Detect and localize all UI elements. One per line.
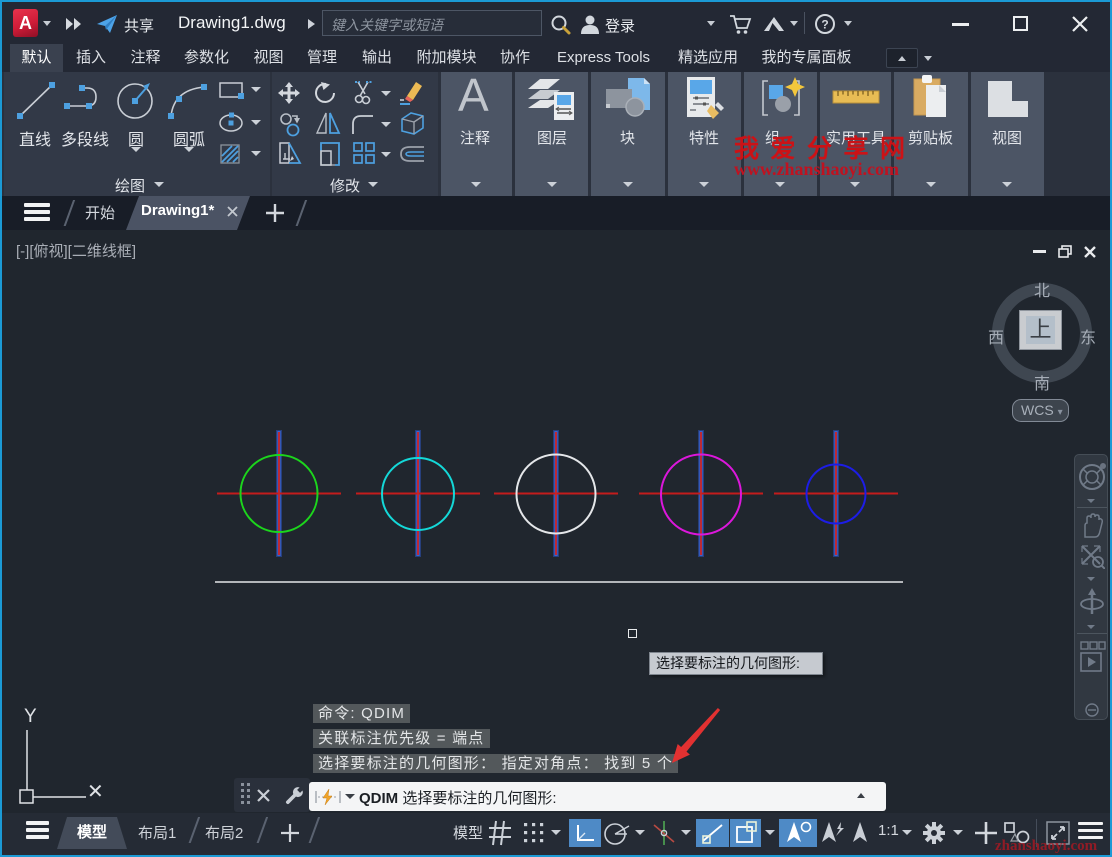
svg-text:?: ? bbox=[821, 18, 828, 32]
